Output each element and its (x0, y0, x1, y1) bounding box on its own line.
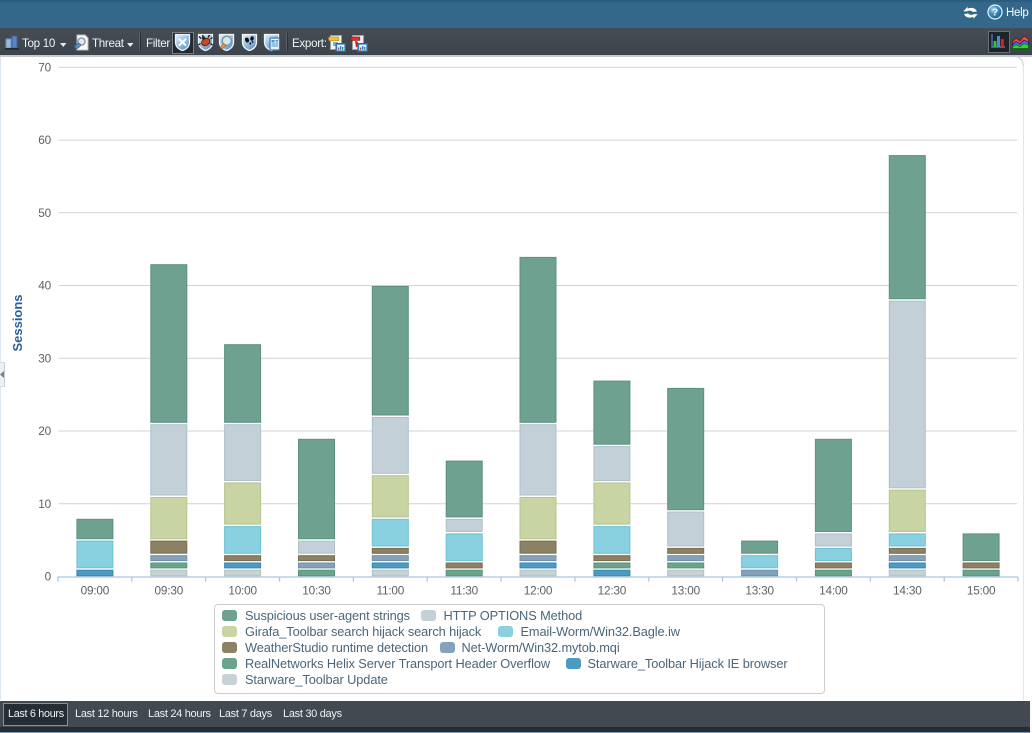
svg-text:60: 60 (38, 133, 51, 147)
svg-text:0: 0 (45, 570, 52, 584)
svg-text:20: 20 (38, 424, 51, 438)
svg-text:70: 70 (38, 60, 51, 74)
svg-text:09:30: 09:30 (155, 584, 184, 598)
svg-text:12:30: 12:30 (598, 584, 627, 598)
svg-text:10:00: 10:00 (228, 584, 257, 598)
svg-text:13:30: 13:30 (745, 584, 774, 598)
svg-text:Sessions: Sessions (10, 294, 25, 351)
svg-text:30: 30 (38, 351, 51, 365)
svg-text:14:30: 14:30 (893, 584, 922, 598)
svg-text:14:00: 14:00 (819, 584, 848, 598)
svg-text:09:00: 09:00 (81, 584, 110, 598)
svg-text:10:30: 10:30 (302, 584, 331, 598)
svg-text:13:00: 13:00 (671, 584, 700, 598)
svg-text:15:00: 15:00 (967, 584, 996, 598)
svg-text:40: 40 (38, 279, 51, 293)
svg-text:11:00: 11:00 (376, 584, 404, 598)
svg-text:12:00: 12:00 (524, 584, 553, 598)
svg-text:11:30: 11:30 (450, 584, 478, 598)
svg-text:10: 10 (38, 497, 51, 511)
svg-text:50: 50 (38, 206, 51, 220)
